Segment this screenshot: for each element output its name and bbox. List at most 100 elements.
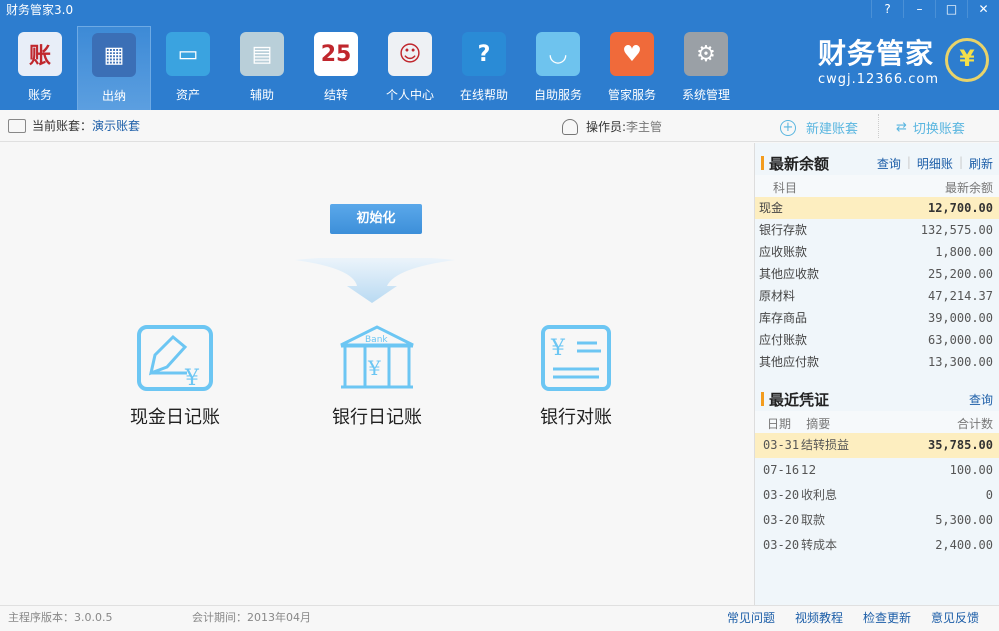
calendar-icon: 25	[314, 32, 358, 76]
video-tutorial-link[interactable]: 视频教程	[795, 606, 843, 630]
date: 03-20	[763, 488, 800, 502]
feedback-link[interactable]: 意见反馈	[931, 606, 979, 630]
feature-label: 现金日记账	[130, 407, 220, 428]
balance-detail-link[interactable]: 明细账	[917, 155, 953, 172]
amount: 47,214.37	[927, 289, 993, 303]
globe-help-icon: ?	[462, 32, 506, 76]
subject: 应收账款	[759, 245, 808, 259]
logo: 财务管家 cwgj.12366.com ¥	[818, 32, 989, 87]
help-button[interactable]: ?	[871, 0, 903, 18]
voucher-row[interactable]: 03-20 转成本 2,400.00	[755, 533, 999, 558]
divider	[878, 114, 879, 138]
minimize-button[interactable]: –	[903, 0, 935, 18]
cash-journal-button[interactable]: ¥ 现金日记账	[105, 325, 245, 429]
toolbar-item-7[interactable]: ◡ 自助服务	[521, 26, 595, 110]
summary: 转成本	[801, 538, 838, 552]
voucher-row[interactable]: 03-20 取款 5,300.00	[755, 508, 999, 533]
col-total: 合计数	[956, 417, 993, 431]
toolbar-label: 出纳	[101, 89, 126, 103]
bank-reconciliation-button[interactable]: ¥ 银行对账	[506, 325, 646, 429]
subject: 其他应付款	[759, 355, 820, 369]
balance-refresh-link[interactable]: 刷新	[969, 155, 993, 172]
logo-url: cwgj.12366.com	[817, 72, 939, 87]
close-button[interactable]: ✕	[967, 0, 999, 18]
faq-link[interactable]: 常见问题	[727, 606, 775, 630]
voucher-table-header: 日期 摘要 合计数	[755, 411, 999, 433]
current-account-link[interactable]: 演示账套	[92, 117, 140, 134]
balance-title: 最新余额	[769, 154, 830, 173]
summary-panel: 最新余额 查询 | 明细账 | 刷新 科目 最新余额 现金 12,700.00 银行存款…	[754, 143, 999, 605]
toolbar-item-5[interactable]: ☺ 个人中心	[373, 26, 447, 110]
toolbar-item-1[interactable]: ▦ 出纳	[77, 26, 151, 110]
balance-table: 现金 12,700.00 银行存款 132,575.00 应收账款 1,800.00 其他应…	[755, 197, 999, 373]
section-marker	[761, 156, 764, 170]
summary: 结转损益	[801, 438, 850, 452]
amount: 63,000.00	[927, 333, 993, 347]
balance-row[interactable]: 其他应收款 25,200.00	[755, 263, 999, 285]
monitor-coins-icon: ▭	[166, 32, 210, 76]
date: 07-16	[763, 463, 800, 477]
amount: 132,575.00	[920, 223, 993, 237]
yen-glyph: ¥	[184, 366, 200, 391]
switch-arrows-icon: ⇄	[896, 120, 907, 135]
feature-label: 银行对账	[540, 407, 612, 428]
yen-coin-icon: ¥	[945, 37, 989, 82]
total: 5,300.00	[935, 513, 993, 527]
balance-row[interactable]: 现金 12,700.00	[755, 197, 999, 219]
date: 03-31	[763, 438, 800, 452]
subject: 原材料	[759, 289, 796, 303]
toolbar-item-0[interactable]: 账账务	[3, 26, 77, 110]
toolbar-item-9[interactable]: ⚙ 系统管理	[669, 26, 743, 110]
account-bar: 当前账套： 演示账套 操作员: 李主管 + 新建账套 ⇄ 切换账套	[0, 110, 999, 142]
initialize-button[interactable]: 初始化	[330, 204, 422, 234]
voucher-row[interactable]: 03-20 收利息 0	[755, 483, 999, 508]
version-text: 主程序版本：3.0.0.5	[8, 611, 113, 624]
toolbar-item-6[interactable]: ? 在线帮助	[447, 26, 521, 110]
subject: 银行存款	[759, 223, 808, 237]
summary: 取款	[801, 513, 826, 527]
balance-table-header: 科目 最新余额	[755, 175, 999, 197]
chat-bubble-icon: ◡	[536, 32, 580, 76]
toolbar-item-3[interactable]: ▤ 辅助	[225, 26, 299, 110]
new-account-button[interactable]: + 新建账套	[780, 118, 858, 137]
subject: 库存商品	[759, 311, 808, 325]
voucher-row[interactable]: 07-16 12 100.00	[755, 458, 999, 483]
col-subject: 科目	[773, 181, 798, 195]
toolbar-item-4[interactable]: 25 结转	[299, 26, 373, 110]
subject: 其他应收款	[759, 267, 820, 281]
balance-row[interactable]: 应付账款 63,000.00	[755, 329, 999, 351]
toolbar-label: 系统管理	[681, 88, 730, 102]
ledger-icon: 账	[18, 32, 62, 76]
status-bar: 主程序版本：3.0.0.5 会计期间：2013年04月 常见问题 视频教程 检查…	[0, 605, 999, 631]
bank-card-icon: ¥	[541, 325, 611, 391]
calculator-docs-icon: ▤	[240, 32, 284, 76]
col-balance: 最新余额	[944, 181, 993, 195]
toolbar-item-2[interactable]: ▭ 资产	[151, 26, 225, 110]
col-date: 日期	[767, 417, 792, 431]
voucher-row[interactable]: 03-31 结转损益 35,785.00	[755, 433, 999, 458]
balance-row[interactable]: 其他应付款 13,300.00	[755, 351, 999, 373]
bank-journal-button[interactable]: Bank ¥ 银行日记账	[307, 325, 447, 429]
check-update-link[interactable]: 检查更新	[863, 606, 911, 630]
switch-account-button[interactable]: ⇄ 切换账套	[896, 118, 965, 137]
toolbar-item-8[interactable]: ♥ 管家服务	[595, 26, 669, 110]
amount: 1,800.00	[935, 245, 993, 259]
maximize-button[interactable]: □	[935, 0, 967, 18]
date: 03-20	[763, 513, 800, 527]
subject: 应付账款	[759, 333, 808, 347]
balance-row[interactable]: 应收账款 1,800.00	[755, 241, 999, 263]
toolbar-label: 在线帮助	[459, 88, 508, 102]
new-account-label: 新建账套	[806, 122, 859, 137]
balance-row[interactable]: 银行存款 132,575.00	[755, 219, 999, 241]
user-doc-icon: ☺	[388, 32, 432, 76]
balance-row[interactable]: 原材料 47,214.37	[755, 285, 999, 307]
switch-account-label: 切换账套	[912, 122, 965, 137]
voucher-query-link[interactable]: 查询	[969, 391, 993, 408]
toolbar-label: 账务	[27, 88, 52, 102]
balance-query-link[interactable]: 查询	[877, 155, 901, 172]
toolbar-label: 管家服务	[607, 88, 656, 102]
balance-row[interactable]: 库存商品 39,000.00	[755, 307, 999, 329]
date: 03-20	[763, 538, 800, 552]
id-card-icon	[8, 118, 26, 133]
voucher-title: 最近凭证	[769, 390, 830, 409]
